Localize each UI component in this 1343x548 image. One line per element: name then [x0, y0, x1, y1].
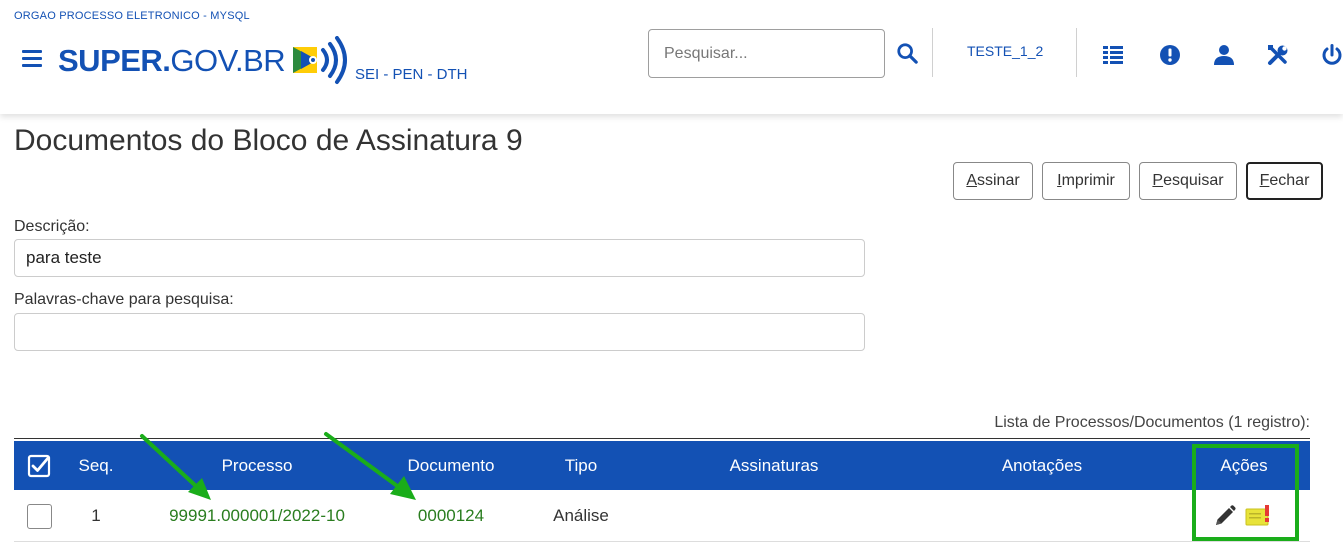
- list-icon[interactable]: [1102, 44, 1124, 66]
- descricao-label: Descrição:: [14, 218, 90, 235]
- table-row: 1 99991.000001/2022-10 0000124 Análise: [14, 490, 1310, 542]
- select-all-checkbox[interactable]: [24, 441, 54, 490]
- menu-icon[interactable]: [22, 50, 42, 68]
- descricao-field[interactable]: [14, 239, 865, 277]
- documents-table: Seq. Processo Documento Tipo Assinaturas…: [14, 441, 1310, 542]
- user-icon[interactable]: [1213, 44, 1235, 66]
- row-seq: 1: [91, 506, 101, 525]
- org-name: ORGAO PROCESSO ELETRONICO - MYSQL: [14, 10, 250, 22]
- alert-icon[interactable]: [1159, 44, 1181, 66]
- column-tipo[interactable]: Tipo: [541, 441, 621, 490]
- logo-text: SUPER.GOV.BR: [58, 43, 286, 78]
- palavras-chave-field[interactable]: [14, 313, 865, 351]
- row-assinaturas: [674, 490, 874, 542]
- tools-icon[interactable]: [1267, 44, 1289, 66]
- pesquisar-button[interactable]: Pesquisar: [1139, 162, 1237, 200]
- column-assinaturas: Assinaturas: [729, 455, 819, 475]
- user-unit-link[interactable]: TESTE_1_2: [967, 43, 1043, 59]
- page-title: Documentos do Bloco de Assinatura 9: [14, 124, 523, 157]
- table-divider: [14, 438, 1310, 439]
- table-header: Seq. Processo Documento Tipo Assinaturas…: [14, 441, 1310, 490]
- table-caption: Lista de Processos/Documentos (1 registr…: [994, 414, 1310, 431]
- search-icon[interactable]: [896, 42, 918, 64]
- search-input[interactable]: [648, 29, 885, 78]
- power-icon[interactable]: [1321, 44, 1343, 66]
- column-seq[interactable]: Seq.: [66, 441, 126, 490]
- row-checkbox[interactable]: [26, 503, 52, 529]
- column-documento[interactable]: Documento: [391, 441, 511, 490]
- row-anotacoes: [942, 490, 1142, 542]
- column-anotacoes: Anotações: [1001, 455, 1083, 475]
- column-acoes: Ações: [1220, 455, 1268, 475]
- top-header: ORGAO PROCESSO ELETRONICO - MYSQL SUPER.…: [0, 0, 1343, 114]
- column-processo[interactable]: Processo: [147, 441, 367, 490]
- imprimir-button[interactable]: Imprimir: [1042, 162, 1130, 200]
- logo[interactable]: SUPER.GOV.BR: [58, 36, 353, 86]
- palavras-chave-label: Palavras-chave para pesquisa:: [14, 291, 234, 308]
- header-divider: [932, 28, 933, 77]
- processo-link[interactable]: 99991.000001/2022-10: [147, 490, 367, 542]
- row-tipo: Análise: [553, 506, 609, 525]
- annotation-note-icon[interactable]: [1243, 490, 1275, 542]
- fechar-button[interactable]: Fechar: [1246, 162, 1323, 200]
- header-divider: [1076, 28, 1077, 77]
- documento-link[interactable]: 0000124: [391, 490, 511, 542]
- logo-mark-icon: [293, 36, 348, 84]
- assinar-button[interactable]: Assinar: [953, 162, 1033, 200]
- check-all-icon[interactable]: [27, 454, 51, 478]
- row-checkbox-cell: [24, 490, 54, 542]
- edit-pencil-icon[interactable]: [1210, 490, 1240, 542]
- system-subtitle: SEI - PEN - DTH: [355, 66, 468, 83]
